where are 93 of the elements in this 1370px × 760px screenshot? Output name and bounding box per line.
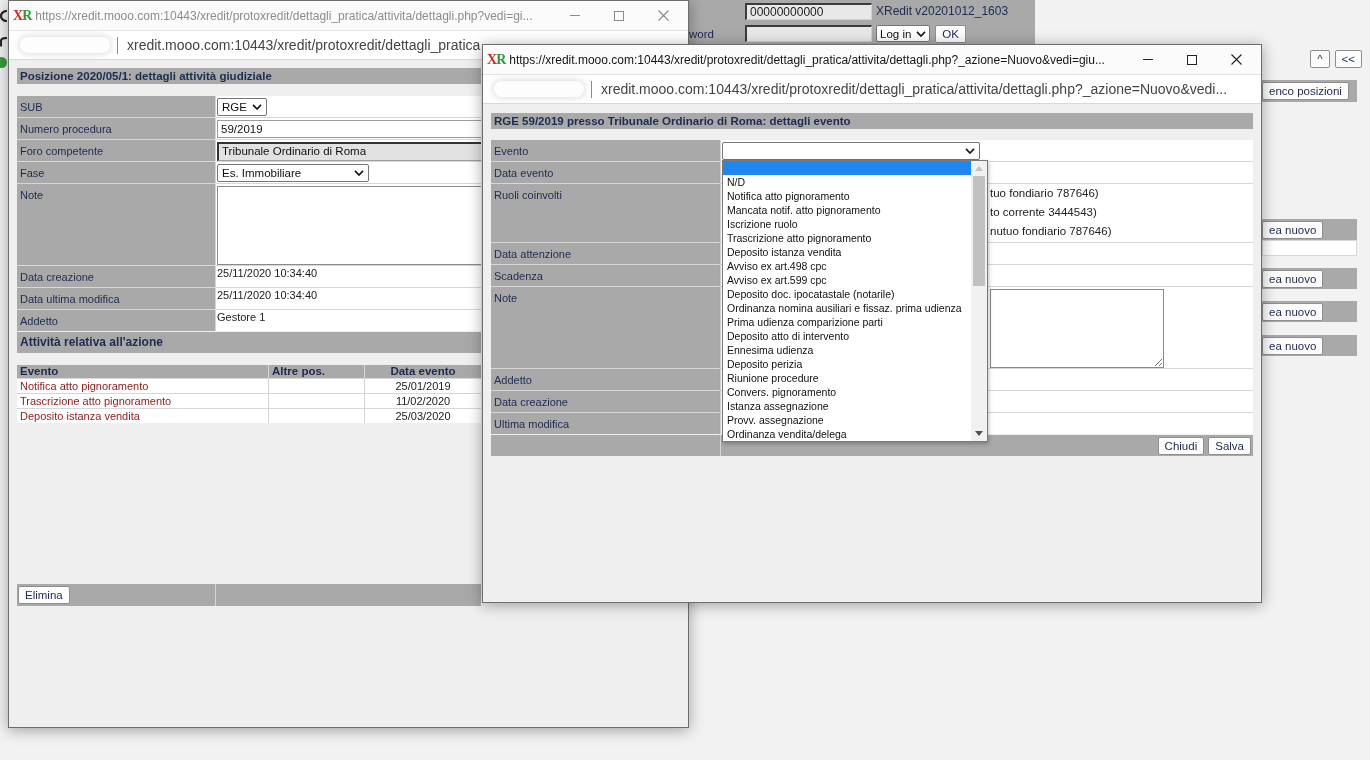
address-text: xredit.mooo.com:10443/xredit/protoxredit/dettagli_pratica [127,37,481,53]
chevron-icon [354,170,364,176]
chevron-icon [916,30,927,37]
scrollbar[interactable] [971,161,987,441]
maximize-icon[interactable] [1187,54,1197,65]
dropdown-option[interactable]: Deposito perizia [723,357,971,371]
section-header: Attività relativa all'azione [17,332,481,353]
close-icon[interactable] [1231,54,1242,65]
dropdown-option[interactable]: Convers. pignoramento [723,385,971,399]
dropdown-option[interactable]: Avviso ex art.498 cpc [723,259,971,273]
window-title: https://xredit.mooo.com:10443/xredit/protoxredit/dettagli_pratica/attivita/dettagli.php?vedi=gi... [35,8,533,23]
field-label: Data attenzione [491,243,720,264]
app-logo: XR [487,52,506,67]
dropdown[interactable]: RGE [217,98,267,116]
dropdown-option[interactable]: Deposito doc. ipocatastale (notarile) [723,287,971,301]
curve-icon [0,37,7,47]
dropdown-option[interactable]: Ordinanza vendita/delega [723,427,971,441]
dropdown-option[interactable]: Ennesima udienza [723,343,971,357]
field-label: Data evento [491,162,720,183]
table-cell[interactable]: Notifica atto pignoramento [17,379,268,393]
dropdown-option[interactable]: Riunione procedure [723,371,971,385]
role-label: nutuo fondiario 787646) [990,224,1113,239]
table-cell: 25/01/2019 [365,379,481,393]
dropdown-option[interactable]: Notifica atto pignoramento [723,189,971,203]
column-header: Evento [17,365,268,378]
field-label: Ultima modifica [491,413,720,434]
dropdown[interactable] [722,142,980,160]
delete-button[interactable]: Elimina [18,586,70,604]
password-field[interactable] [745,25,872,42]
dropdown[interactable]: Log in [876,25,931,42]
dropdown-option[interactable]: Mancata notif. atto pignoramento [723,203,971,217]
column-header: Altre pos. [269,365,364,378]
ok-button[interactable]: OK [935,24,966,43]
field-label: Note [17,184,215,265]
chevron-icon [965,148,975,154]
dropdown-option[interactable]: Deposito atto di intervento [723,329,971,343]
field-label: Note [491,287,720,368]
input-field[interactable]: 59/2019 [217,120,481,138]
create-button[interactable]: ea nuovo [1262,220,1324,239]
field-label: Addetto [17,310,215,331]
field-label: Numero procedura [17,118,215,139]
dropdown-option[interactable]: Istanza assegnazione [723,399,971,413]
version-label: XRedit v20201012_1603 [876,4,1010,18]
field-label: Evento [491,140,720,161]
app-logo: XR [13,8,32,23]
save-button[interactable]: Salva [1208,436,1251,455]
section-header: RGE 59/2019 presso Tribunale Ordinario di Roma: dettagli evento [491,113,1253,129]
column-header: Data evento [365,365,481,378]
field-label: Fase [17,162,215,183]
table-cell[interactable]: Deposito istanza vendita [17,409,268,423]
scrollbar-thumb[interactable] [973,176,985,286]
resize-grip-icon[interactable] [1154,358,1162,366]
window-title: https://xredit.mooo.com:10443/xredit/protoxredit/dettagli_pratica/attivita/dettagli.php?_azione=Nuovo&vedi=giu... [509,52,1105,67]
field-value: 25/11/2020 10:34:40 [216,288,481,309]
field-label: Foro competente [17,140,215,161]
dropdown-option[interactable]: Provv. assegnazione [723,413,971,427]
dropdown-option[interactable]: Iscrizione ruolo [723,217,971,231]
create-button[interactable]: ea nuovo [1262,302,1324,321]
field-label: Scadenza [491,265,720,286]
nav-button[interactable]: << [1334,50,1362,68]
create-button[interactable]: ea nuovo [1262,269,1324,288]
dropdown-option[interactable]: Prima udienza comparizione parti [723,315,971,329]
dropdown-option[interactable]: Deposito istanza vendita [723,245,971,259]
dropdown-option[interactable]: Avviso ex art.599 cpc [723,273,971,287]
close-button[interactable]: Chiudi [1157,436,1205,455]
field-label: Data creazione [17,266,215,287]
chevron-icon [251,104,262,110]
role-label: to corrente 3444543) [990,205,1098,220]
section-header: Posizione 2020/05/1: dettagli attività giudiziale [17,68,481,84]
table-cell[interactable]: Trascrizione atto pignoramento [17,394,268,408]
user-field[interactable]: 00000000000 [745,2,872,20]
text-area[interactable] [990,289,1164,368]
table-cell: 11/02/2020 [365,394,481,408]
input-field: Tribunale Ordinario di Roma [217,142,481,161]
table-cell: 25/03/2020 [365,409,481,423]
create-button[interactable]: ea nuovo [1262,336,1324,355]
nav-button[interactable]: ^ [1310,50,1330,68]
field-value: 25/11/2020 10:34:40 [216,266,481,287]
dropdown-option[interactable]: Ordinanza nomina ausiliari e fissaz. prima udienza [723,301,971,315]
field-label: Addetto [491,369,720,390]
field-label: Data ultima modifica [17,288,215,309]
field-label: Data creazione [491,391,720,412]
address-text: xredit.mooo.com:10443/xredit/protoxredit/dettagli_pratica/attivita/dettagli.php?_azione=Nuovo&vedi... [601,81,1228,97]
dropdown[interactable]: Es. Immobiliare [217,164,369,182]
field-label: word [689,27,715,40]
list-button[interactable]: enco posizioni [1262,82,1349,100]
field-label: SUB [17,96,215,117]
curve-icon [0,10,7,22]
dropdown-option[interactable]: N/D [723,175,971,189]
field-label: Ruoli coinvolti [491,184,720,242]
dropdown-option[interactable]: Trascrizione atto pignoramento [723,231,971,245]
field-value: Gestore 1 [216,310,481,331]
role-label: tuo fondiario 787646) [990,186,1100,201]
